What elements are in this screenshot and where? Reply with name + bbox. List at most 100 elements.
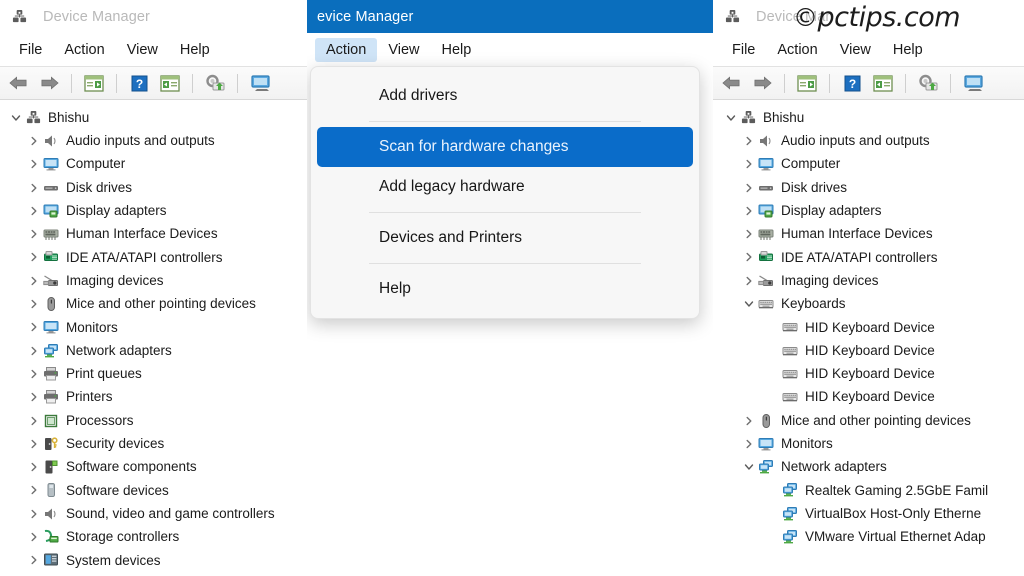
chevron-right-icon[interactable] [26, 392, 42, 402]
tree-item-row[interactable]: Display adapters [2, 199, 307, 222]
tree-item-row[interactable]: HID Keyboard Device [717, 386, 1024, 409]
forward-arrow-icon[interactable] [749, 71, 775, 95]
chevron-down-icon[interactable] [723, 113, 739, 123]
chevron-right-icon[interactable] [26, 183, 42, 193]
tree-item-row[interactable]: Network adapters [2, 339, 307, 362]
tree-item-row[interactable]: HID Keyboard Device [717, 362, 1024, 385]
tree-item-row[interactable]: Monitors [717, 432, 1024, 455]
scan-hardware-icon[interactable] [202, 71, 228, 95]
chevron-right-icon[interactable] [26, 322, 42, 332]
chevron-right-icon[interactable] [26, 206, 42, 216]
menu-action[interactable]: Action [53, 38, 115, 62]
tree-item-row[interactable]: Disk drives [2, 176, 307, 199]
properties-icon[interactable] [81, 71, 107, 95]
tree-item-row[interactable]: Human Interface Devices [717, 222, 1024, 245]
tree-item-row[interactable]: Storage controllers [2, 525, 307, 548]
tree-item-row[interactable]: Imaging devices [2, 269, 307, 292]
tree-item-row[interactable]: Computer [717, 153, 1024, 176]
chevron-right-icon[interactable] [26, 462, 42, 472]
tree-item-row[interactable]: Realtek Gaming 2.5GbE Famil [717, 479, 1024, 502]
chevron-right-icon[interactable] [26, 299, 42, 309]
chevron-right-icon[interactable] [741, 183, 757, 193]
tree-item-row[interactable]: Imaging devices [717, 269, 1024, 292]
device-tree-right[interactable]: Bhishu Audio inputs and outputsComputerD… [713, 100, 1024, 549]
tree-item-row[interactable]: Computer [2, 153, 307, 176]
tree-item-row[interactable]: IDE ATA/ATAPI controllers [2, 246, 307, 269]
forward-arrow-icon[interactable] [36, 71, 62, 95]
scan-hardware-icon[interactable] [915, 71, 941, 95]
chevron-right-icon[interactable] [741, 136, 757, 146]
tree-root-row[interactable]: Bhishu [717, 106, 1024, 129]
chevron-right-icon[interactable] [26, 439, 42, 449]
menu-file[interactable]: File [8, 38, 53, 62]
tree-item-row[interactable]: IDE ATA/ATAPI controllers [717, 246, 1024, 269]
menu-help[interactable]: Help [882, 38, 934, 62]
chevron-right-icon[interactable] [741, 206, 757, 216]
chevron-right-icon[interactable] [26, 485, 42, 495]
properties-icon[interactable] [794, 71, 820, 95]
menu-action[interactable]: Action [315, 38, 377, 62]
tree-item-row[interactable]: Sound, video and game controllers [2, 502, 307, 525]
tree-item-row[interactable]: System devices [2, 549, 307, 572]
chevron-right-icon[interactable] [741, 252, 757, 262]
action-menu-item[interactable]: Devices and Printers [317, 218, 693, 258]
chevron-right-icon[interactable] [26, 229, 42, 239]
device-tree-left[interactable]: Bhishu Audio inputs and outputsComputerD… [0, 100, 307, 576]
chevron-right-icon[interactable] [741, 416, 757, 426]
chevron-right-icon[interactable] [26, 276, 42, 286]
tree-item-row[interactable]: Human Interface Devices [2, 222, 307, 245]
tree-item-row[interactable]: Processors [2, 409, 307, 432]
tree-item-row[interactable]: VMware Virtual Ethernet Adap [717, 525, 1024, 548]
tree-item-row[interactable]: Audio inputs and outputs [717, 129, 1024, 152]
action-menu-dropdown[interactable]: Add drivers Scan for hardware changesAdd … [310, 66, 700, 319]
tree-item-row[interactable]: Mice and other pointing devices [2, 292, 307, 315]
update-driver-icon[interactable] [157, 71, 183, 95]
chevron-right-icon[interactable] [26, 136, 42, 146]
menu-help[interactable]: Help [430, 38, 482, 62]
tree-item-row[interactable]: Keyboards [717, 292, 1024, 315]
tree-item-row[interactable]: Disk drives [717, 176, 1024, 199]
back-arrow-icon[interactable] [718, 71, 744, 95]
chevron-right-icon[interactable] [741, 276, 757, 286]
tree-item-row[interactable]: Software components [2, 455, 307, 478]
tree-item-row[interactable]: Security devices [2, 432, 307, 455]
action-menu-item[interactable]: Help [317, 269, 693, 309]
tree-item-row[interactable]: Monitors [2, 316, 307, 339]
chevron-right-icon[interactable] [26, 532, 42, 542]
tree-item-row[interactable]: Display adapters [717, 199, 1024, 222]
menu-action[interactable]: Action [766, 38, 828, 62]
chevron-down-icon[interactable] [741, 299, 757, 309]
action-menu-item[interactable]: Add legacy hardware [317, 167, 693, 207]
help-icon[interactable]: ? [839, 71, 865, 95]
tree-item-row[interactable]: Print queues [2, 362, 307, 385]
menu-help[interactable]: Help [169, 38, 221, 62]
chevron-right-icon[interactable] [26, 159, 42, 169]
action-menu-item[interactable]: Scan for hardware changes [317, 127, 693, 167]
tree-item-row[interactable]: Printers [2, 386, 307, 409]
chevron-down-icon[interactable] [8, 113, 24, 123]
tree-item-row[interactable]: Software devices [2, 479, 307, 502]
menu-file[interactable]: File [721, 38, 766, 62]
tree-item-row[interactable]: Network adapters [717, 455, 1024, 478]
back-arrow-icon[interactable] [5, 71, 31, 95]
tree-item-row[interactable]: Audio inputs and outputs [2, 129, 307, 152]
chevron-right-icon[interactable] [26, 252, 42, 262]
tree-item-row[interactable]: HID Keyboard Device [717, 316, 1024, 339]
update-driver-icon[interactable] [870, 71, 896, 95]
help-icon[interactable]: ? [126, 71, 152, 95]
chevron-right-icon[interactable] [26, 346, 42, 356]
chevron-right-icon[interactable] [26, 555, 42, 565]
chevron-right-icon[interactable] [26, 509, 42, 519]
menu-view[interactable]: View [116, 38, 169, 62]
action-menu-item[interactable]: Add drivers [317, 76, 693, 116]
show-hidden-devices-icon[interactable] [247, 71, 273, 95]
chevron-down-icon[interactable] [741, 462, 757, 472]
tree-item-row[interactable]: Universal Serial Bus controllers [2, 572, 307, 576]
chevron-right-icon[interactable] [26, 369, 42, 379]
chevron-right-icon[interactable] [26, 416, 42, 426]
tree-item-row[interactable]: HID Keyboard Device [717, 339, 1024, 362]
tree-item-row[interactable]: VirtualBox Host-Only Etherne [717, 502, 1024, 525]
tree-root-row[interactable]: Bhishu [2, 106, 307, 129]
show-hidden-devices-icon[interactable] [960, 71, 986, 95]
menu-view[interactable]: View [377, 38, 430, 62]
